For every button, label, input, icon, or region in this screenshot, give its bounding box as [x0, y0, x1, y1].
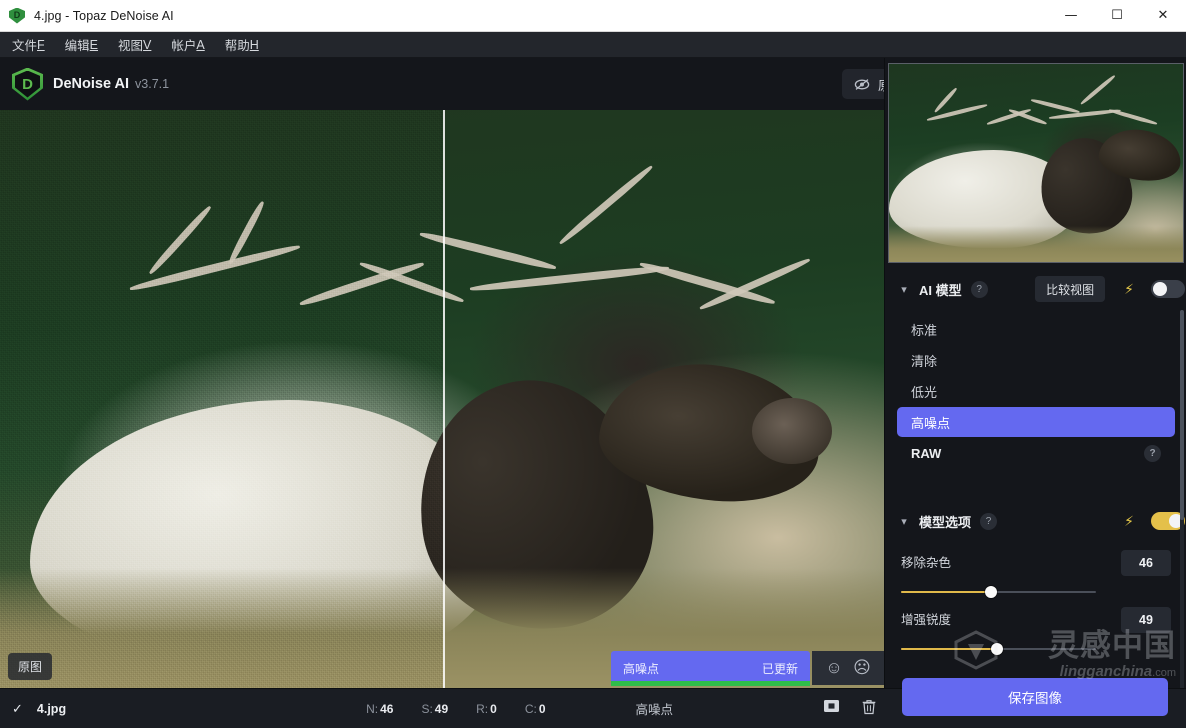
maximize-button[interactable]: ☐: [1094, 0, 1140, 32]
menu-bar: 文件F 编辑E 视图V 帐户A 帮助H: [0, 32, 1186, 58]
slider-knob[interactable]: [985, 586, 997, 598]
slider-remove-noise: 移除杂色 46: [885, 542, 1186, 599]
model-item-low-light[interactable]: 低光: [897, 376, 1175, 406]
delete-icon[interactable]: [862, 699, 876, 718]
slider-track-wrap[interactable]: [901, 585, 1096, 599]
model-options-help-icon[interactable]: ?: [980, 513, 997, 530]
metric-sharpen: S:49: [421, 702, 448, 716]
image-canvas[interactable]: 原图: [0, 110, 884, 688]
lightning-bolt-icon: ⚡: [1124, 514, 1134, 528]
right-panel: ▾ AI 模型 ? 比较视图 ⚡ 标准 清除 低光 高噪点: [884, 58, 1186, 688]
navigator-preview[interactable]: [888, 63, 1184, 263]
raw-help-icon[interactable]: ?: [1144, 445, 1161, 462]
ai-model-header[interactable]: ▾ AI 模型 ? 比较视图 ⚡: [885, 268, 1186, 310]
model-item-standard[interactable]: 标准: [897, 314, 1175, 344]
slider-value[interactable]: 46: [1121, 550, 1171, 576]
original-label-badge: 原图: [8, 653, 52, 680]
slider-fill: [901, 591, 991, 593]
status-filename: 4.jpg: [37, 702, 66, 716]
save-image-button[interactable]: 保存图像: [902, 678, 1168, 716]
model-options-title: 模型选项: [919, 512, 971, 531]
model-label: 清除: [911, 351, 937, 370]
chevron-down-icon[interactable]: ▾: [898, 515, 910, 528]
menu-file[interactable]: 文件F: [2, 32, 55, 58]
watermark-logo-icon: [954, 630, 998, 670]
processed-image: [443, 110, 884, 688]
file-checked-icon[interactable]: ✓: [12, 701, 23, 717]
model-options-header[interactable]: ▾ 模型选项 ? ⚡: [885, 500, 1186, 542]
slider-label: 移除杂色: [901, 550, 951, 571]
lightning-bolt-icon: ⚡: [1124, 282, 1134, 296]
panel-scrollbar[interactable]: [1180, 310, 1184, 692]
processing-state-label: 已更新: [762, 660, 798, 677]
metric-color: C:0: [525, 702, 546, 716]
ai-model-title: AI 模型: [919, 280, 962, 299]
ai-model-section: ▾ AI 模型 ? 比较视图 ⚡ 标准 清除 低光 高噪点: [885, 268, 1186, 469]
minimize-button[interactable]: —: [1048, 0, 1094, 32]
thumbs-up-face-icon[interactable]: ☺: [823, 657, 845, 679]
menu-account[interactable]: 帐户A: [161, 32, 214, 58]
slider-track-wrap[interactable]: [901, 642, 1096, 656]
chevron-down-icon[interactable]: ▾: [898, 283, 910, 296]
menu-view[interactable]: 视图V: [108, 32, 161, 58]
canvas-pane-processed: [443, 110, 884, 688]
slider-enhance-sharpness: 增强锐度 49: [885, 599, 1186, 656]
preview-compare-icon[interactable]: [823, 699, 840, 718]
menu-edit[interactable]: 编辑E: [55, 32, 108, 58]
slider-value[interactable]: 49: [1121, 607, 1171, 633]
model-item-severe-noise[interactable]: 高噪点: [897, 407, 1175, 437]
brand: D DeNoise AI v3.7.1: [0, 68, 169, 101]
original-image: [0, 110, 443, 688]
split-divider-handle[interactable]: [443, 110, 445, 688]
close-button[interactable]: ✕: [1140, 0, 1186, 32]
status-metrics: N:46 S:49 R:0 C:0: [366, 702, 545, 716]
status-actions: [823, 699, 876, 718]
window-title: 4.jpg - Topaz DeNoise AI: [34, 9, 174, 23]
brand-version: v3.7.1: [135, 77, 169, 91]
model-item-clear[interactable]: 清除: [897, 345, 1175, 375]
feedback-reactions: ☺ ☹: [812, 651, 884, 685]
denoise-logo-icon: D: [12, 68, 43, 101]
model-label: 低光: [911, 382, 937, 401]
model-label: RAW: [911, 446, 941, 461]
status-model-name: 高噪点: [636, 699, 674, 718]
scrollbar-thumb[interactable]: [1180, 310, 1184, 520]
slider-label: 增强锐度: [901, 607, 951, 628]
thumbs-down-face-icon[interactable]: ☹: [851, 657, 873, 679]
model-item-raw[interactable]: RAW ?: [897, 438, 1175, 468]
denoise-ai-window: D 4.jpg - Topaz DeNoise AI — ☐ ✕ 文件F 编辑E…: [0, 0, 1186, 728]
navigator-thumbnail: [888, 63, 1184, 263]
ai-model-list: 标准 清除 低光 高噪点 RAW ?: [885, 310, 1186, 468]
eye-off-icon: [854, 78, 870, 91]
title-bar: D 4.jpg - Topaz DeNoise AI — ☐ ✕: [0, 0, 1186, 32]
model-label: 高噪点: [911, 413, 950, 432]
app-shield-icon: D: [9, 8, 25, 24]
processing-model-name: 高噪点: [623, 660, 659, 677]
model-options-section: ▾ 模型选项 ? ⚡ 移除杂色 46 增强锐度: [885, 500, 1186, 656]
window-controls: — ☐ ✕: [1048, 0, 1186, 32]
processing-status-popup: 高噪点 已更新: [611, 651, 810, 685]
compare-view-button[interactable]: 比较视图: [1035, 276, 1105, 302]
processing-progress-bar: [611, 681, 810, 686]
ai-model-auto-toggle[interactable]: [1151, 280, 1185, 298]
metric-noise: N:46: [366, 702, 393, 716]
model-label: 标准: [911, 320, 937, 339]
canvas-pane-original: [0, 110, 443, 688]
ai-model-help-icon[interactable]: ?: [971, 281, 988, 298]
brand-name: DeNoise AI: [53, 76, 129, 92]
metric-recover: R:0: [476, 702, 497, 716]
menu-help[interactable]: 帮助H: [215, 32, 269, 58]
